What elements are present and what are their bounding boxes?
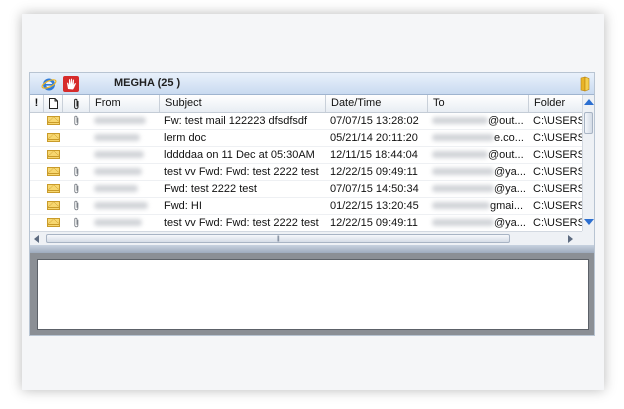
message-row[interactable]: Fw: test mail 122223 dfsdfsdf 07/07/15 1… bbox=[30, 113, 582, 130]
message-list: ! From Subject Date/Time To Folder Fw: t… bbox=[30, 95, 594, 245]
folder-cell: C:\USERS bbox=[533, 149, 582, 161]
to-suffix: e.co... bbox=[494, 132, 524, 144]
message-row[interactable]: Fwd: test 2222 test 07/07/15 14:50:34 @y… bbox=[30, 181, 582, 198]
subject-cell: Fw: test mail 122223 dfsdfsdf bbox=[164, 115, 308, 127]
folder-cell: C:\USERS bbox=[533, 217, 582, 229]
date-cell: 12/22/15 09:49:11 bbox=[330, 166, 418, 178]
from-cell bbox=[90, 147, 160, 163]
date-cell: 05/21/14 20:11:20 bbox=[330, 132, 418, 144]
from-cell bbox=[90, 198, 160, 214]
to-cell: @ya... bbox=[428, 215, 529, 231]
envelope-icon bbox=[47, 201, 60, 210]
message-row[interactable]: lddddaa on 11 Dec at 05:30AM 12/11/15 18… bbox=[30, 147, 582, 164]
envelope-icon bbox=[47, 150, 60, 159]
horizontal-scroll-thumb[interactable]: ||| bbox=[46, 234, 510, 243]
paperclip-icon bbox=[74, 217, 79, 228]
to-suffix: @ya... bbox=[494, 217, 526, 229]
to-cell: @out... bbox=[428, 113, 529, 129]
folder-cell: C:\USERS bbox=[533, 183, 582, 195]
paperclip-icon bbox=[74, 166, 79, 177]
message-rows: Fw: test mail 122223 dfsdfsdf 07/07/15 1… bbox=[30, 113, 582, 232]
message-row[interactable]: test vv Fwd: Fwd: test 2222 test 12/22/1… bbox=[30, 215, 582, 232]
column-priority[interactable]: ! bbox=[30, 95, 44, 112]
subject-cell: Fwd: HI bbox=[164, 200, 202, 212]
preview-pane-container bbox=[30, 253, 594, 335]
folder-cell: C:\USERS bbox=[533, 132, 582, 144]
hand-icon[interactable] bbox=[63, 76, 79, 92]
subject-cell: Fwd: test 2222 test bbox=[164, 183, 257, 195]
scroll-up-arrow-icon[interactable] bbox=[584, 99, 594, 105]
subject-cell: lddddaa on 11 Dec at 05:30AM bbox=[164, 149, 315, 161]
pane-splitter[interactable] bbox=[30, 245, 594, 253]
column-to[interactable]: To bbox=[428, 95, 529, 112]
column-date-time[interactable]: Date/Time bbox=[326, 95, 428, 112]
subject-cell: lerm doc bbox=[164, 132, 207, 144]
date-cell: 07/07/15 14:50:34 bbox=[330, 183, 419, 195]
vertical-scrollbar[interactable] bbox=[582, 95, 594, 231]
paperclip-icon bbox=[74, 200, 79, 211]
to-suffix: @ya... bbox=[494, 183, 526, 195]
from-cell bbox=[90, 215, 160, 231]
to-suffix: @out... bbox=[488, 149, 524, 161]
mailbox-titlebar: MEGHA (25 ) bbox=[30, 73, 594, 95]
to-cell: @out... bbox=[428, 147, 529, 163]
column-from[interactable]: From bbox=[90, 95, 160, 112]
to-suffix: @out... bbox=[488, 115, 524, 127]
message-row[interactable]: lerm doc 05/21/14 20:11:20 e.co... C:\US… bbox=[30, 130, 582, 147]
to-cell: gmai... bbox=[428, 198, 529, 214]
column-type[interactable] bbox=[44, 95, 63, 112]
folder-cell: C:\USERS bbox=[533, 115, 582, 127]
column-attachment[interactable] bbox=[63, 95, 90, 112]
to-suffix: gmai... bbox=[490, 200, 524, 212]
from-cell bbox=[90, 181, 160, 197]
paperclip-icon bbox=[73, 98, 78, 110]
date-cell: 12/11/15 18:44:04 bbox=[330, 149, 418, 161]
document-icon bbox=[48, 98, 58, 109]
message-row[interactable]: test vv Fwd: Fwd: test 2222 test 12/22/1… bbox=[30, 164, 582, 181]
scrollbar-corner bbox=[582, 231, 594, 245]
date-cell: 01/22/15 13:20:45 bbox=[330, 200, 419, 212]
envelope-icon bbox=[47, 133, 60, 142]
to-cell: e.co... bbox=[428, 130, 529, 146]
date-cell: 12/22/15 09:49:11 bbox=[330, 217, 418, 229]
scroll-right-arrow-icon[interactable] bbox=[568, 235, 573, 243]
from-cell bbox=[90, 130, 160, 146]
horizontal-scrollbar[interactable]: ||| bbox=[30, 231, 582, 245]
to-cell: @ya... bbox=[428, 181, 529, 197]
scroll-down-arrow-icon[interactable] bbox=[584, 219, 594, 225]
internet-explorer-icon[interactable] bbox=[41, 76, 57, 92]
envelope-icon bbox=[47, 184, 60, 193]
from-cell bbox=[90, 164, 160, 180]
vertical-scroll-thumb[interactable] bbox=[584, 112, 593, 134]
envelope-icon bbox=[47, 218, 60, 227]
date-cell: 07/07/15 13:28:02 bbox=[330, 115, 419, 127]
subject-cell: test vv Fwd: Fwd: test 2222 test bbox=[164, 217, 319, 229]
envelope-icon bbox=[47, 167, 60, 176]
paperclip-icon bbox=[74, 115, 79, 126]
envelope-icon bbox=[47, 116, 60, 125]
message-preview-pane[interactable] bbox=[37, 259, 589, 330]
message-row[interactable]: Fwd: HI 01/22/15 13:20:45 gmai... C:\USE… bbox=[30, 198, 582, 215]
scroll-left-arrow-icon[interactable] bbox=[34, 235, 39, 243]
column-subject[interactable]: Subject bbox=[160, 95, 326, 112]
to-suffix: @ya... bbox=[494, 166, 526, 178]
folder-icon[interactable] bbox=[577, 76, 593, 92]
mailbox-title: MEGHA (25 ) bbox=[114, 77, 181, 89]
subject-cell: test vv Fwd: Fwd: test 2222 test bbox=[164, 166, 319, 178]
folder-cell: C:\USERS bbox=[533, 166, 582, 178]
from-cell bbox=[90, 113, 160, 129]
column-folder[interactable]: Folder bbox=[529, 95, 582, 112]
paperclip-icon bbox=[74, 183, 79, 194]
column-header-row: ! From Subject Date/Time To Folder bbox=[30, 95, 582, 113]
to-cell: @ya... bbox=[428, 164, 529, 180]
email-viewer-panel: MEGHA (25 ) ! From Subject Date/Time To … bbox=[29, 72, 595, 336]
grip-icon: ||| bbox=[277, 236, 280, 242]
folder-cell: C:\USERS bbox=[533, 200, 582, 212]
